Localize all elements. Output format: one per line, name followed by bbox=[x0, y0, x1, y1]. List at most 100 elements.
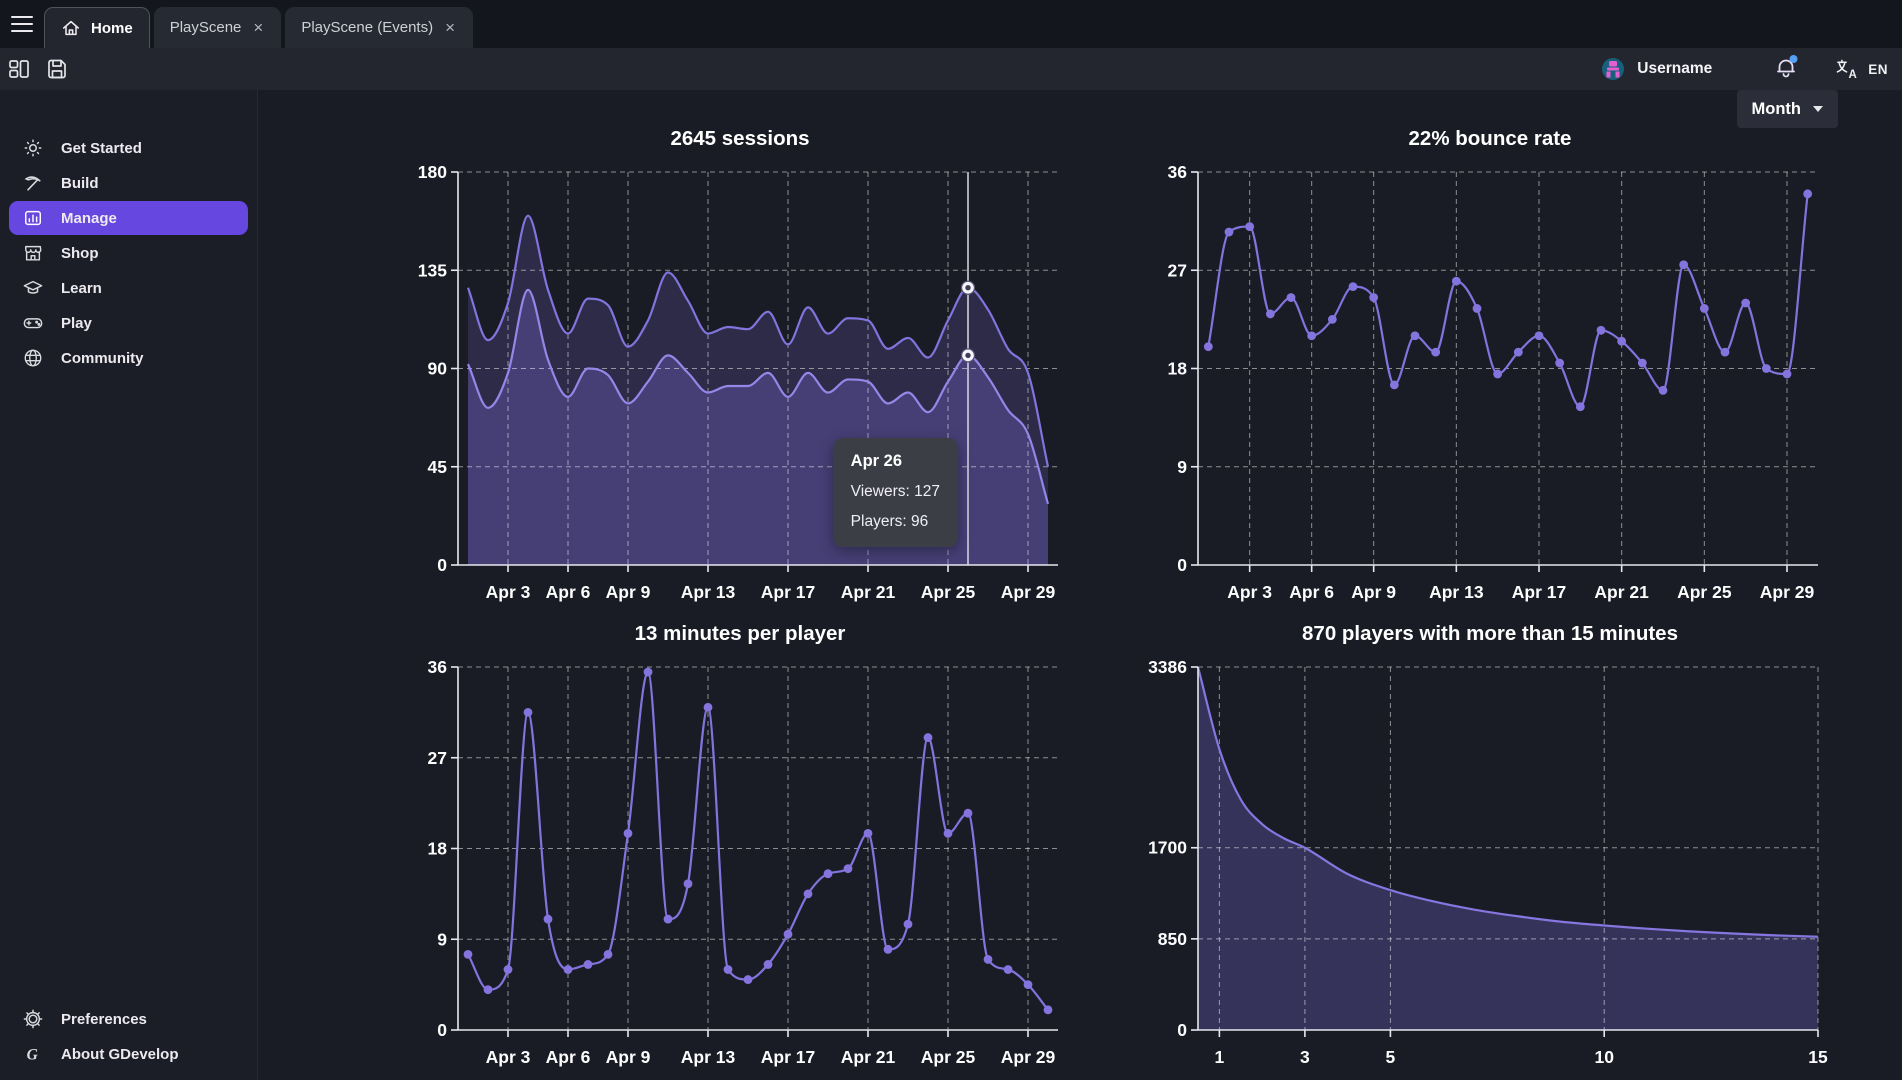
sidebar-item-about-gdevelop[interactable]: G About GDevelop bbox=[0, 1037, 257, 1071]
tab-label: PlayScene (Events) bbox=[301, 19, 433, 36]
sidebar-item-label: Manage bbox=[61, 210, 117, 227]
svg-text:850: 850 bbox=[1158, 929, 1187, 949]
svg-text:27: 27 bbox=[428, 748, 447, 768]
bounce-rate-chart: 22% bounce rate 09182736Apr 3Apr 6Apr 9A… bbox=[1140, 120, 1840, 615]
sidebar-item-label: Shop bbox=[61, 245, 99, 262]
user-chip[interactable]: Username bbox=[1601, 57, 1712, 81]
svg-text:Apr 13: Apr 13 bbox=[1429, 582, 1484, 602]
sidebar-item-play[interactable]: Play bbox=[0, 306, 257, 340]
retention-chart: 870 players with more than 15 minutes 0 8… bbox=[1140, 615, 1840, 1080]
svg-text:Apr 6: Apr 6 bbox=[546, 1047, 591, 1067]
tooltip-date: Apr 26 bbox=[851, 452, 940, 471]
chart-title: 22% bounce rate bbox=[1140, 120, 1840, 158]
pickaxe-icon bbox=[22, 172, 44, 194]
svg-text:Apr 29: Apr 29 bbox=[1760, 582, 1815, 602]
tab-home[interactable]: Home bbox=[44, 7, 150, 48]
gear-icon bbox=[22, 1008, 44, 1030]
svg-text:Apr 6: Apr 6 bbox=[1289, 582, 1334, 602]
tab-playscene[interactable]: PlayScene × bbox=[154, 7, 282, 48]
tab-label: Home bbox=[91, 20, 133, 37]
svg-text:0: 0 bbox=[1177, 1020, 1187, 1040]
svg-text:3386: 3386 bbox=[1148, 657, 1187, 677]
close-icon[interactable]: × bbox=[251, 19, 265, 36]
save-button[interactable] bbox=[38, 51, 76, 87]
svg-text:90: 90 bbox=[428, 359, 448, 379]
sidebar-item-build[interactable]: Build bbox=[0, 166, 257, 200]
svg-text:0: 0 bbox=[437, 555, 447, 575]
svg-text:Apr 3: Apr 3 bbox=[1227, 582, 1272, 602]
sidebar-item-get-started[interactable]: Get Started bbox=[0, 131, 257, 165]
sidebar-item-label: Play bbox=[61, 315, 92, 332]
sidebar-item-label: Community bbox=[61, 350, 144, 367]
minutes-per-player-plot[interactable]: 09182736Apr 3Apr 6Apr 9Apr 13Apr 17Apr 2… bbox=[400, 653, 1080, 1080]
svg-text:45: 45 bbox=[428, 457, 448, 477]
svg-text:0: 0 bbox=[437, 1020, 447, 1040]
chevron-down-icon bbox=[1813, 106, 1823, 112]
notification-dot bbox=[1790, 55, 1798, 63]
graduation-cap-icon bbox=[22, 277, 44, 299]
svg-text:27: 27 bbox=[1168, 260, 1187, 280]
sidebar: Get Started Build Manage Shop bbox=[0, 90, 258, 1080]
toolbar-right: Username A EN bbox=[1601, 48, 1888, 90]
sessions-chart: 2645 sessions 04590135180Apr 3Apr 6Apr 9… bbox=[400, 120, 1080, 615]
main-menu-button[interactable] bbox=[0, 0, 44, 48]
analytics-icon bbox=[22, 207, 44, 229]
svg-text:Apr 9: Apr 9 bbox=[606, 1047, 651, 1067]
svg-text:9: 9 bbox=[437, 929, 447, 949]
translate-icon: A bbox=[1836, 58, 1859, 81]
svg-text:Apr 25: Apr 25 bbox=[921, 582, 976, 602]
avatar bbox=[1601, 57, 1625, 81]
analytics-dashboard: Month 2645 sessions 04590135180Apr 3Apr … bbox=[258, 90, 1902, 1080]
gdevelop-logo-icon: G bbox=[22, 1043, 44, 1065]
sessions-plot[interactable]: 04590135180Apr 3Apr 6Apr 9Apr 13Apr 17Ap… bbox=[400, 158, 1080, 615]
chart-title: 2645 sessions bbox=[400, 120, 1080, 158]
tooltip-players: Players: 96 bbox=[851, 513, 940, 531]
chart-title: 13 minutes per player bbox=[400, 615, 1080, 653]
sidebar-item-label: Preferences bbox=[61, 1011, 147, 1028]
sidebar-item-shop[interactable]: Shop bbox=[0, 236, 257, 270]
svg-text:Apr 29: Apr 29 bbox=[1001, 582, 1056, 602]
chart-tooltip: Apr 26 Viewers: 127 Players: 96 bbox=[833, 438, 958, 547]
sidebar-item-label: Build bbox=[61, 175, 99, 192]
svg-text:Apr 17: Apr 17 bbox=[761, 582, 815, 602]
tooltip-viewers: Viewers: 127 bbox=[851, 483, 940, 501]
sidebar-item-label: About GDevelop bbox=[61, 1046, 179, 1063]
svg-text:3: 3 bbox=[1300, 1047, 1310, 1067]
bounce-rate-plot[interactable]: 09182736Apr 3Apr 6Apr 9Apr 13Apr 17Apr 2… bbox=[1140, 158, 1840, 615]
hamburger-icon bbox=[11, 12, 33, 37]
username-label: Username bbox=[1637, 60, 1712, 78]
svg-text:Apr 29: Apr 29 bbox=[1001, 1047, 1056, 1067]
svg-text:Apr 25: Apr 25 bbox=[921, 1047, 976, 1067]
notifications-button[interactable] bbox=[1774, 55, 1798, 84]
sidebar-item-manage[interactable]: Manage bbox=[9, 201, 248, 235]
svg-text:Apr 9: Apr 9 bbox=[1351, 582, 1396, 602]
svg-text:10: 10 bbox=[1594, 1047, 1614, 1067]
sidebar-list: Get Started Build Manage Shop bbox=[0, 131, 257, 376]
svg-text:Apr 3: Apr 3 bbox=[486, 1047, 531, 1067]
chart-title: 870 players with more than 15 minutes bbox=[1140, 615, 1840, 653]
svg-text:18: 18 bbox=[1168, 359, 1188, 379]
sidebar-item-learn[interactable]: Learn bbox=[0, 271, 257, 305]
svg-text:9: 9 bbox=[1177, 457, 1187, 477]
svg-text:1700: 1700 bbox=[1148, 838, 1187, 858]
language-code: EN bbox=[1868, 62, 1888, 77]
tab-playscene-events[interactable]: PlayScene (Events) × bbox=[285, 7, 473, 48]
svg-text:36: 36 bbox=[428, 657, 448, 677]
sidebar-item-community[interactable]: Community bbox=[0, 341, 257, 375]
sidebar-item-preferences[interactable]: Preferences bbox=[0, 1002, 257, 1036]
svg-text:180: 180 bbox=[418, 162, 447, 182]
close-icon[interactable]: × bbox=[443, 19, 457, 36]
layout-icon bbox=[8, 58, 30, 80]
svg-text:A: A bbox=[1849, 69, 1857, 81]
svg-text:Apr 25: Apr 25 bbox=[1677, 582, 1732, 602]
svg-text:5: 5 bbox=[1386, 1047, 1396, 1067]
sun-icon bbox=[22, 137, 44, 159]
save-icon bbox=[46, 58, 68, 80]
svg-text:15: 15 bbox=[1808, 1047, 1828, 1067]
retention-plot[interactable]: 0850170033861351015 bbox=[1140, 653, 1840, 1080]
bell-icon bbox=[1774, 55, 1798, 79]
tab-label: PlayScene bbox=[170, 19, 242, 36]
language-selector[interactable]: A EN bbox=[1836, 58, 1888, 81]
open-project-manager-button[interactable] bbox=[0, 51, 38, 87]
svg-text:0: 0 bbox=[1177, 555, 1187, 575]
